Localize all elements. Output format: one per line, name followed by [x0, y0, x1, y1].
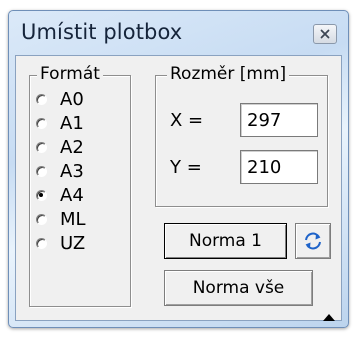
radio-a4[interactable]: A4	[36, 184, 84, 206]
x-label: X =	[170, 110, 204, 131]
close-button[interactable]	[313, 24, 337, 44]
x-input[interactable]	[240, 103, 318, 137]
radio-a4-indicator[interactable]	[36, 189, 47, 201]
format-groupbox: Formát A0 A1 A2 A3 A4 ML UZ	[29, 63, 131, 307]
window-title: Umístit plotbox	[21, 20, 183, 44]
radio-ml-indicator[interactable]	[36, 213, 47, 225]
radio-ml[interactable]: ML	[36, 208, 86, 230]
radio-a1-indicator[interactable]	[36, 117, 47, 129]
radio-a3-label: A3	[60, 160, 84, 182]
radio-a2-label: A2	[60, 136, 84, 158]
radio-uz-label: UZ	[60, 232, 86, 254]
title-bar[interactable]: Umístit plotbox	[9, 11, 348, 55]
swap-button[interactable]	[295, 223, 331, 259]
dialog-window: Umístit plotbox Formát A0 A1 A2 A3 A4 ML…	[8, 10, 349, 328]
close-icon	[320, 29, 330, 39]
norma-1-button[interactable]: Norma 1	[164, 223, 287, 259]
swap-arrows-icon	[305, 232, 321, 250]
radio-a3-indicator[interactable]	[36, 165, 47, 177]
radio-a2-indicator[interactable]	[36, 141, 47, 153]
radio-a4-label: A4	[60, 184, 84, 206]
size-legend: Rozměr [mm]	[167, 63, 290, 85]
radio-ml-label: ML	[60, 208, 86, 230]
triangle-up-icon	[323, 314, 335, 321]
radio-a0[interactable]: A0	[36, 88, 84, 110]
radio-a1-label: A1	[60, 112, 84, 134]
norma-vse-button[interactable]: Norma vše	[164, 270, 313, 306]
radio-uz-indicator[interactable]	[36, 237, 47, 249]
y-input[interactable]	[240, 150, 318, 184]
radio-a0-label: A0	[60, 88, 84, 110]
y-label: Y =	[170, 157, 202, 178]
format-legend: Formát	[37, 63, 103, 85]
dialog-client-area: Formát A0 A1 A2 A3 A4 ML UZ Rozměr [mm] …	[15, 55, 342, 321]
radio-uz[interactable]: UZ	[36, 232, 85, 254]
radio-a2[interactable]: A2	[36, 136, 84, 158]
expand-toggle[interactable]	[323, 306, 335, 321]
radio-a0-indicator[interactable]	[36, 93, 47, 105]
radio-a3[interactable]: A3	[36, 160, 84, 182]
radio-a1[interactable]: A1	[36, 112, 84, 134]
size-groupbox: Rozměr [mm] X = Y =	[155, 63, 328, 207]
